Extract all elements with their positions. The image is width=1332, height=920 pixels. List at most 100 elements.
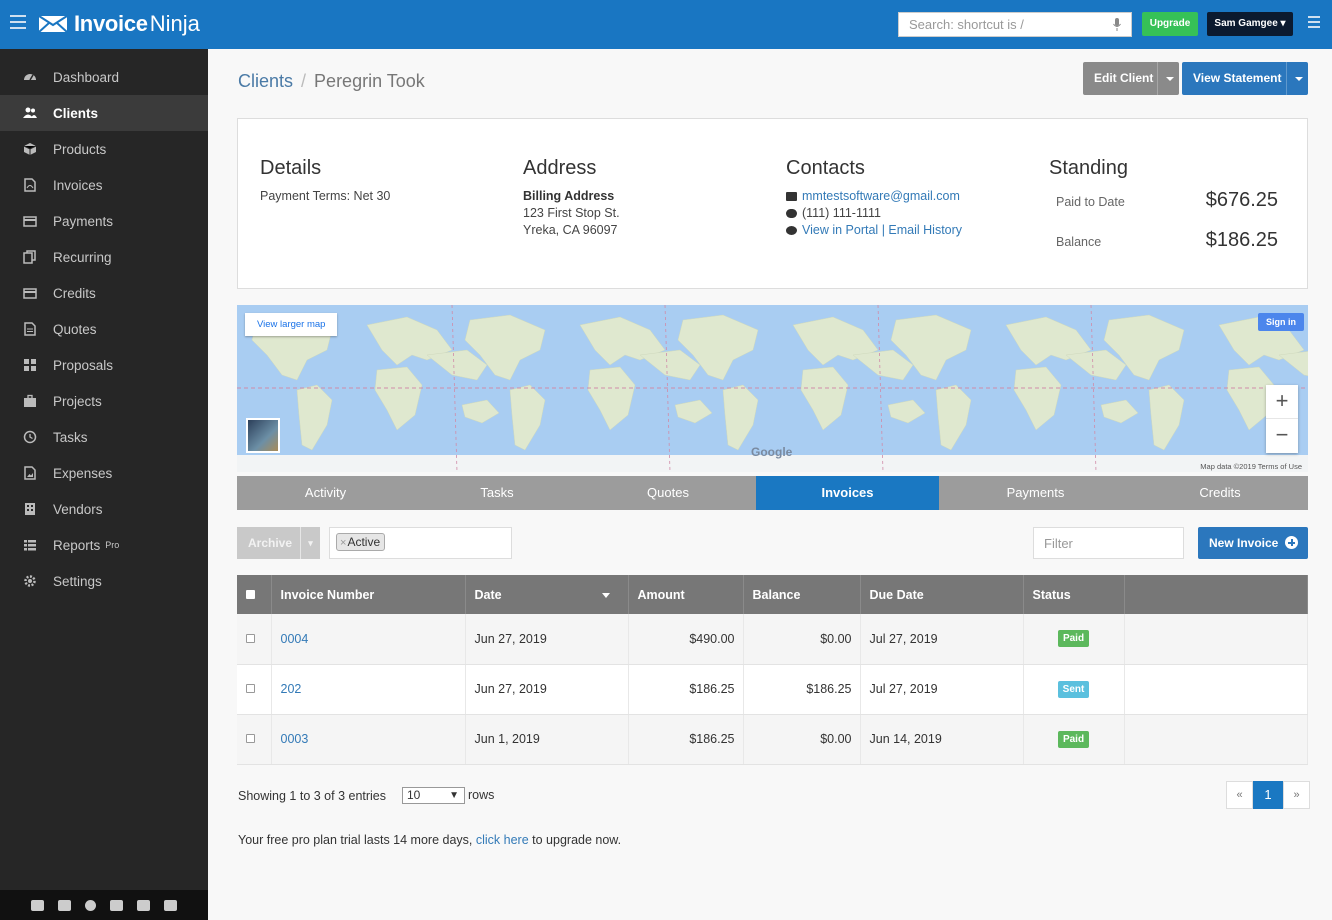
- sidebar-item-products[interactable]: Products: [0, 131, 208, 167]
- sidebar-item-dashboard[interactable]: Dashboard: [0, 59, 208, 95]
- tab-tasks[interactable]: Tasks: [414, 476, 580, 510]
- header-status[interactable]: Status: [1023, 575, 1125, 614]
- amount-cell: $186.25: [628, 664, 744, 715]
- sidebar-item-payments[interactable]: Payments: [0, 203, 208, 239]
- user-menu-button[interactable]: Sam Gamgee ▾: [1207, 12, 1293, 36]
- zoom-out-button[interactable]: −: [1266, 419, 1298, 453]
- sidebar-toggle-icon[interactable]: [10, 15, 26, 29]
- sidebar-item-expenses[interactable]: Expenses: [0, 455, 208, 491]
- date-cell: Jun 1, 2019: [465, 714, 629, 765]
- sidebar-item-label: Invoices: [53, 177, 103, 193]
- new-invoice-button[interactable]: New Invoice: [1198, 527, 1308, 559]
- sidebar-item-label: Vendors: [53, 501, 103, 517]
- upgrade-click-here-link[interactable]: click here: [476, 833, 529, 847]
- search-input[interactable]: Search: shortcut is /: [898, 12, 1132, 37]
- sort-desc-icon[interactable]: [601, 592, 610, 598]
- contact-email-link[interactable]: mmtestsoftware@gmail.com: [802, 189, 960, 203]
- tab-payments[interactable]: Payments: [939, 476, 1132, 510]
- email-history-link[interactable]: Email History: [888, 223, 962, 237]
- tab-activity[interactable]: Activity: [237, 476, 414, 510]
- facebook-icon[interactable]: [110, 899, 123, 911]
- header-amount[interactable]: Amount: [628, 575, 744, 614]
- sidebar-item-projects[interactable]: Projects: [0, 383, 208, 419]
- pagination-next[interactable]: »: [1283, 781, 1310, 809]
- row-select-cell: [237, 714, 272, 765]
- row-checkbox[interactable]: [246, 734, 255, 743]
- header-due-date[interactable]: Due Date: [860, 575, 1024, 614]
- right-menu-icon[interactable]: [1308, 16, 1320, 31]
- view-statement-button[interactable]: View Statement: [1182, 62, 1308, 95]
- status-badge: Paid: [1057, 630, 1090, 648]
- question-icon[interactable]: [85, 899, 96, 911]
- sidebar-item-vendors[interactable]: Vendors: [0, 491, 208, 527]
- zoom-in-button[interactable]: +: [1266, 385, 1298, 419]
- table-row[interactable]: 0004 Jun 27, 2019 $490.00 $0.00 Jul 27, …: [237, 614, 1308, 665]
- caret-down-icon[interactable]: [1157, 62, 1179, 95]
- tab-credits[interactable]: Credits: [1132, 476, 1308, 510]
- header-balance[interactable]: Balance: [743, 575, 861, 614]
- sidebar-item-recurring[interactable]: Recurring: [0, 239, 208, 275]
- status-chip-active[interactable]: ×Active: [336, 533, 386, 551]
- sidebar-item-proposals[interactable]: Proposals: [0, 347, 208, 383]
- select-all-checkbox[interactable]: [246, 589, 255, 599]
- breadcrumb: Clients / Peregrin Took: [238, 71, 425, 92]
- archive-button[interactable]: Archive ▾: [237, 527, 320, 559]
- client-map[interactable]: View larger map Sign in + − Google Map d…: [237, 305, 1308, 472]
- sidebar-item-quotes[interactable]: Quotes: [0, 311, 208, 347]
- amount-cell: $490.00: [628, 614, 744, 665]
- sidebar-item-tasks[interactable]: Tasks: [0, 419, 208, 455]
- edit-client-label: Edit Client: [1094, 71, 1154, 85]
- invoice-number-link[interactable]: 0003: [281, 732, 309, 746]
- table-header-row: Invoice Number Date Amount Balance Due D…: [237, 575, 1308, 614]
- rows-label: rows: [468, 788, 495, 802]
- github-icon[interactable]: [164, 899, 177, 911]
- filter-input[interactable]: Filter: [1033, 527, 1184, 559]
- upgrade-button[interactable]: Upgrade: [1142, 12, 1198, 36]
- invoice-number-link[interactable]: 0004: [281, 632, 309, 646]
- map-sign-in-button[interactable]: Sign in: [1258, 313, 1304, 331]
- rows-per-page-select[interactable]: 10 ▼: [402, 787, 465, 804]
- invoice-number-link[interactable]: 202: [281, 682, 302, 696]
- row-checkbox[interactable]: [246, 633, 255, 643]
- caret-down-icon[interactable]: [1286, 62, 1308, 95]
- balance-cell: $0.00: [743, 614, 861, 665]
- showing-entries-text: Showing 1 to 3 of 3 entries: [238, 789, 387, 803]
- map-attribution[interactable]: Map data ©2019 Terms of Use: [1200, 462, 1302, 471]
- envelope-icon[interactable]: [31, 899, 44, 911]
- sidebar-item-invoices[interactable]: Invoices: [0, 167, 208, 203]
- breadcrumb-clients-link[interactable]: Clients: [238, 71, 293, 91]
- sidebar-item-reports[interactable]: Reports Pro: [0, 527, 208, 563]
- view-in-portal-link[interactable]: View in Portal: [802, 223, 878, 237]
- satellite-toggle-thumbnail[interactable]: [246, 418, 280, 453]
- sidebar-item-credits[interactable]: Credits: [0, 275, 208, 311]
- pagination-prev[interactable]: «: [1226, 781, 1253, 809]
- client-tabs: Activity Tasks Quotes Invoices Payments …: [237, 476, 1308, 510]
- twitter-icon[interactable]: [137, 899, 150, 911]
- breadcrumb-separator: /: [301, 71, 307, 91]
- sidebar-item-clients[interactable]: Clients: [0, 95, 208, 131]
- list-icon[interactable]: [58, 899, 71, 911]
- balance-value: $186.25: [1205, 229, 1278, 251]
- remove-chip-icon[interactable]: ×: [340, 537, 346, 549]
- chevron-down-icon: ▼: [449, 790, 459, 801]
- microphone-icon[interactable]: [1113, 18, 1121, 31]
- header-date[interactable]: Date: [465, 575, 629, 614]
- row-checkbox[interactable]: [246, 684, 255, 693]
- caret-down-icon[interactable]: ▾: [300, 527, 320, 559]
- balance-label: Balance: [1056, 235, 1102, 249]
- view-larger-map-link[interactable]: View larger map: [245, 313, 338, 336]
- pagination-page-1[interactable]: 1: [1253, 781, 1283, 809]
- header-actions: [1124, 575, 1308, 614]
- table-row[interactable]: 202 Jun 27, 2019 $186.25 $186.25 Jul 27,…: [237, 664, 1308, 715]
- date-cell: Jun 27, 2019: [465, 664, 629, 715]
- edit-client-button[interactable]: Edit Client: [1083, 62, 1179, 95]
- tab-quotes[interactable]: Quotes: [580, 476, 756, 510]
- app-logo[interactable]: Invoice Ninja: [38, 11, 200, 37]
- status-cell: Paid: [1023, 714, 1125, 765]
- sidebar-item-settings[interactable]: Settings: [0, 563, 208, 599]
- status-filter-select[interactable]: ×Active: [329, 527, 512, 559]
- table-row[interactable]: 0003 Jun 1, 2019 $186.25 $0.00 Jun 14, 2…: [237, 714, 1308, 765]
- tab-invoices[interactable]: Invoices: [756, 476, 939, 510]
- pro-badge: Pro: [105, 540, 120, 550]
- header-invoice-number[interactable]: Invoice Number: [271, 575, 466, 614]
